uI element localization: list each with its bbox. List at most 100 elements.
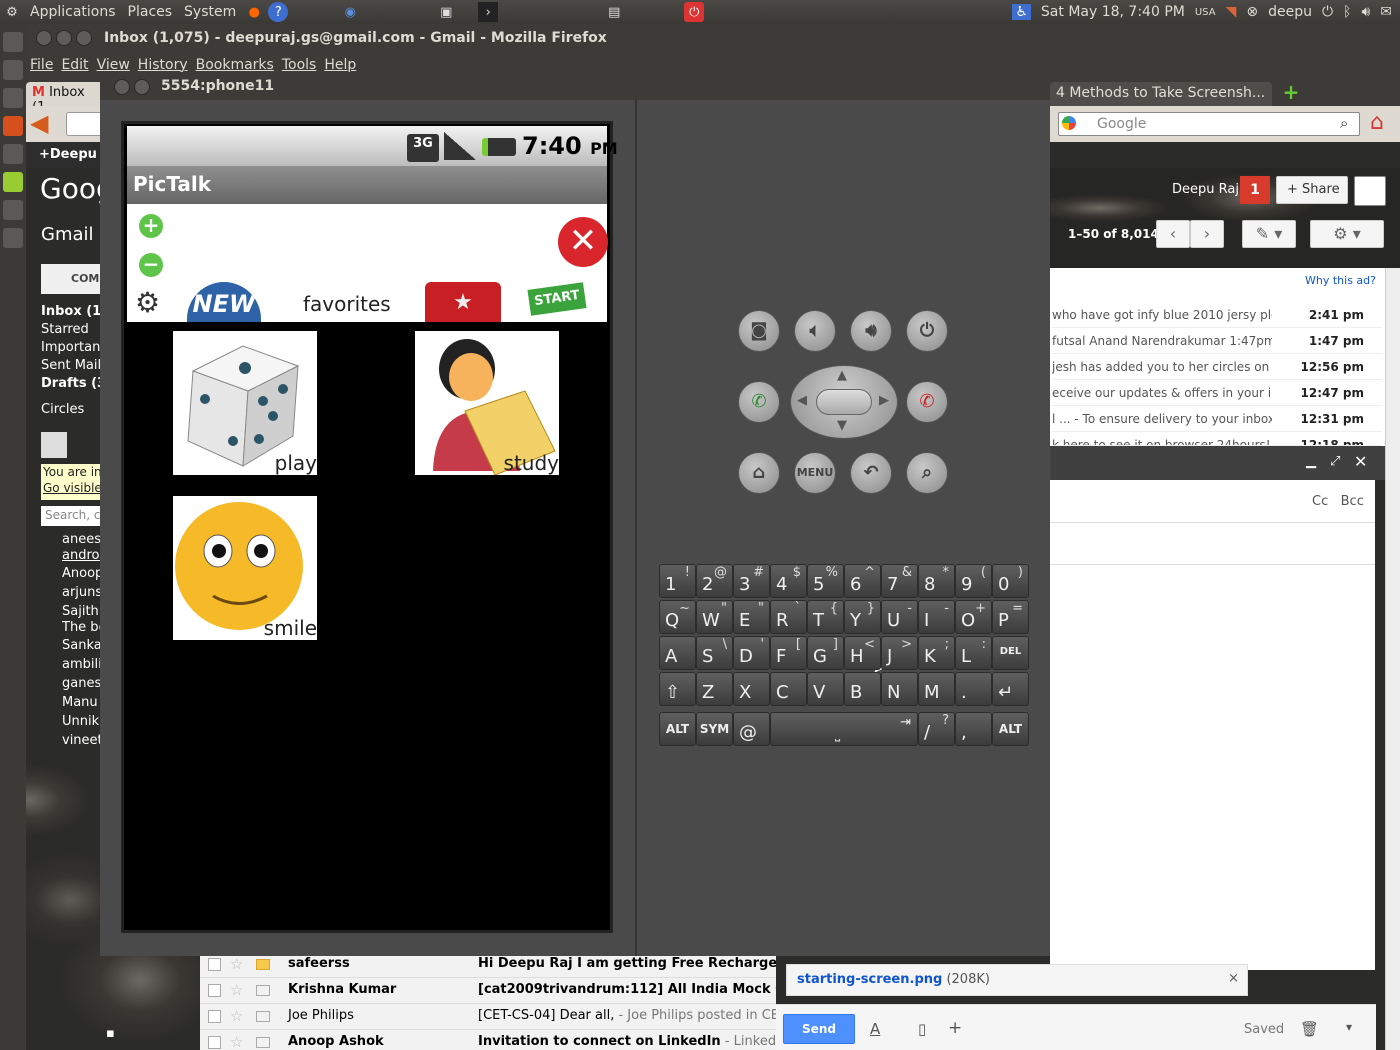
list-item[interactable]: eceive our updates & offers in your inb 1…: [1052, 380, 1382, 406]
key-15[interactable]: Y}: [844, 600, 881, 634]
launcher-app-icon[interactable]: [3, 172, 23, 192]
key-space[interactable]: ⇥ ⎵: [770, 712, 918, 746]
row-checkbox[interactable]: [208, 984, 221, 997]
star-icon[interactable]: ☆: [230, 1007, 243, 1025]
key-alt-right[interactable]: ALT: [992, 712, 1029, 746]
user-status-icon[interactable]: ⊗: [1246, 4, 1258, 20]
user-name[interactable]: deepu: [1268, 4, 1312, 20]
key-18[interactable]: O +: [955, 600, 992, 634]
launcher-app-icon[interactable]: [3, 60, 23, 80]
important-marker-icon[interactable]: [256, 1011, 270, 1022]
dpad-center-button[interactable]: [816, 389, 872, 415]
nav-drafts[interactable]: Drafts (30: [41, 376, 101, 391]
key-7[interactable]: 8 *: [918, 564, 955, 598]
minimize-window-icon[interactable]: [134, 79, 150, 95]
key-33[interactable]: C: [770, 672, 807, 706]
star-icon[interactable]: ☆: [230, 1033, 243, 1050]
firefox-icon[interactable]: ●: [244, 2, 264, 22]
key-5[interactable]: 6 ^: [844, 564, 881, 598]
bcc-link[interactable]: Bcc: [1341, 494, 1364, 509]
launcher-app-icon[interactable]: [3, 88, 23, 108]
key-alt-left[interactable]: ALT: [659, 712, 696, 746]
chat-bubble-icon[interactable]: ▪: [106, 1026, 118, 1041]
start-badge[interactable]: START: [527, 282, 587, 316]
table-row[interactable]: ☆ Krishna Kumar [cat2009trivandrum:112] Al…: [200, 978, 776, 1004]
nav-circles[interactable]: Circles: [41, 402, 101, 417]
gmail-menu[interactable]: Gmail: [41, 224, 101, 245]
dpad-left-icon[interactable]: ◀: [797, 393, 807, 408]
close-compose-icon[interactable]: ✕: [1354, 452, 1367, 471]
important-marker-icon[interactable]: [256, 959, 270, 970]
home-icon[interactable]: ⌂: [1370, 112, 1384, 134]
ubuntu-logo-icon[interactable]: ⚙: [2, 2, 22, 22]
bluetooth-icon[interactable]: ᛒ: [1343, 4, 1351, 20]
key-22[interactable]: D ': [733, 636, 770, 670]
new-badge[interactable]: NEW: [187, 282, 261, 322]
table-row[interactable]: ☆ Anoop Ashok Invitation to connect on Lin…: [200, 1030, 776, 1050]
key-28[interactable]: L:: [955, 636, 992, 670]
minimize-window-icon[interactable]: [56, 30, 72, 46]
prev-page-button[interactable]: ‹: [1156, 220, 1190, 248]
favorites-label[interactable]: favorites: [303, 292, 391, 316]
nav-starred[interactable]: Starred: [41, 322, 101, 337]
list-item[interactable]: l ... - To ensure delivery to your inbox…: [1052, 406, 1382, 432]
terminal-icon[interactable]: ›: [478, 2, 499, 22]
key-39[interactable]: ↵: [992, 672, 1029, 706]
camera-button[interactable]: ◙: [738, 310, 780, 352]
tile-smile[interactable]: smile: [173, 496, 317, 640]
cc-bcc[interactable]: Cc Bcc: [1312, 494, 1364, 509]
account-name[interactable]: Deepu Raj: [1172, 182, 1239, 197]
dpad-up-icon[interactable]: ▲: [837, 368, 847, 383]
key-11[interactable]: W ": [696, 600, 733, 634]
key-0[interactable]: 1!: [659, 564, 696, 598]
key-comma[interactable]: ,: [955, 712, 992, 746]
important-marker-icon[interactable]: [256, 1037, 270, 1048]
go-visible-link[interactable]: Go visible: [43, 480, 101, 496]
panel-menu-applications[interactable]: Applications: [24, 4, 122, 20]
search-icon[interactable]: ⌕: [1340, 114, 1348, 132]
back-arrow-icon[interactable]: ◀: [30, 111, 54, 136]
chat-avatar[interactable]: [41, 432, 67, 458]
key-sym[interactable]: SYM: [696, 712, 733, 746]
key-20[interactable]: A: [659, 636, 696, 670]
menu-bookmarks[interactable]: Bookmarks: [192, 57, 278, 73]
key-32[interactable]: X: [733, 672, 770, 706]
volume-up-button[interactable]: 🔊︎: [850, 310, 892, 352]
star-icon[interactable]: ☆: [230, 955, 243, 973]
menu-history[interactable]: History: [134, 57, 192, 73]
key-23[interactable]: F[: [770, 636, 807, 670]
compose-menu-icon[interactable]: ▾: [1346, 1020, 1352, 1034]
row-checkbox[interactable]: [208, 1010, 221, 1023]
datetime[interactable]: Sat May 18, 7:40 PM: [1041, 4, 1185, 20]
end-call-button[interactable]: ✆: [906, 381, 948, 423]
screenshot-icon[interactable]: ▣: [436, 2, 456, 22]
chromium-icon[interactable]: ◉: [340, 2, 360, 22]
list-item[interactable]: k here to see it on browser 24hours! or 1…: [1052, 432, 1382, 446]
key-13[interactable]: R `: [770, 600, 807, 634]
search-input[interactable]: Google: [1058, 112, 1360, 136]
google-icon[interactable]: [1062, 116, 1076, 130]
star-icon[interactable]: ☆: [230, 981, 243, 999]
key-1[interactable]: 2 @: [696, 564, 733, 598]
list-item[interactable]: who have got infy blue 2010 jersy plea 2:…: [1052, 302, 1382, 328]
table-row[interactable]: ☆ Joe Philips [CET-CS-04] Dear all, - Joe …: [200, 1004, 776, 1030]
dpad-down-icon[interactable]: ▼: [837, 418, 847, 433]
key-38[interactable]: .: [955, 672, 992, 706]
send-button[interactable]: Send: [783, 1014, 855, 1044]
key-3[interactable]: 4 $: [770, 564, 807, 598]
compose-button[interactable]: COMI: [41, 264, 101, 294]
panel-menu-system[interactable]: System: [178, 4, 242, 20]
launcher-app-icon[interactable]: [3, 200, 23, 220]
search-button[interactable]: ⌕: [906, 452, 948, 494]
key-37[interactable]: M: [918, 672, 955, 706]
key-at[interactable]: @: [733, 712, 770, 746]
zoom-in-icon[interactable]: +: [139, 214, 163, 238]
menu-button[interactable]: MENU: [794, 452, 836, 494]
attachment-name[interactable]: starting-screen.png: [797, 972, 942, 987]
key-6[interactable]: 7 &: [881, 564, 918, 598]
help-icon[interactable]: ?: [268, 2, 289, 22]
list-item[interactable]: futsal Anand Narendrakumar 1:47pm I 1:47 …: [1052, 328, 1382, 354]
tile-play[interactable]: play: [173, 331, 317, 475]
important-marker-icon[interactable]: [256, 985, 270, 996]
google-logo[interactable]: Goog: [40, 172, 100, 205]
